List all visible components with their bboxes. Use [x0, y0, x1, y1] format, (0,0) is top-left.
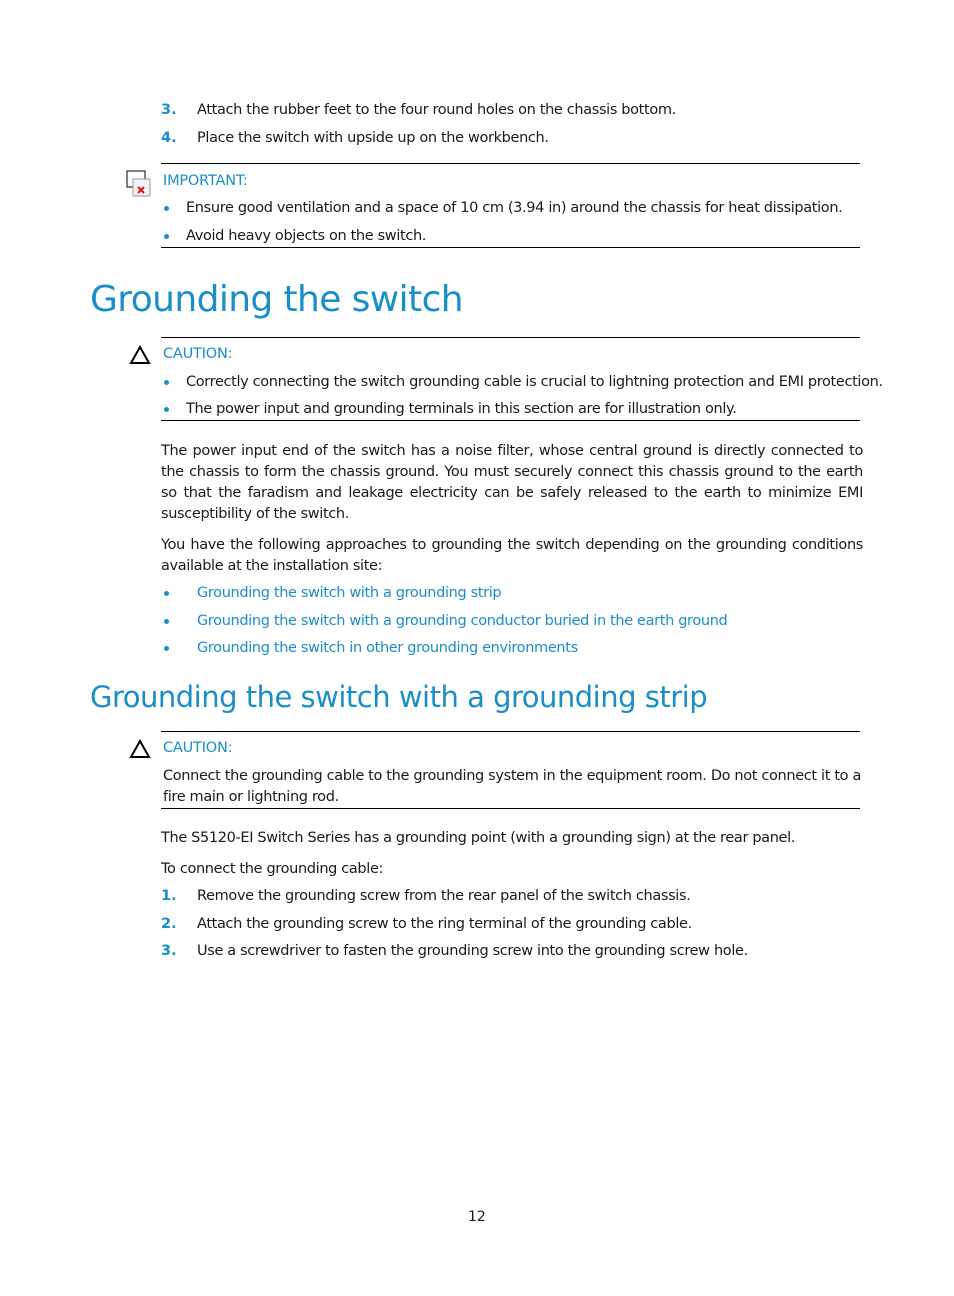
- divider-top: [161, 163, 860, 164]
- bullet-icon: [164, 591, 169, 596]
- caution-item: Correctly connecting the switch groundin…: [186, 374, 883, 390]
- caution-item: The power input and grounding terminals …: [186, 401, 737, 417]
- warning-triangle-icon: [129, 738, 151, 759]
- divider-top: [161, 337, 860, 338]
- divider-bottom: [161, 247, 860, 248]
- step-number: 4.: [161, 130, 177, 146]
- section-heading-grounding-strip: Grounding the switch with a grounding st…: [90, 680, 708, 714]
- step-text: Remove the grounding screw from the rear…: [197, 888, 691, 904]
- page-number: 12: [468, 1209, 486, 1225]
- bullet-icon: [164, 407, 169, 412]
- step-number: 3.: [161, 943, 177, 959]
- broken-image-icon: [126, 170, 152, 198]
- link-grounding-conductor-buried[interactable]: Grounding the switch with a grounding co…: [197, 611, 728, 632]
- body-paragraph: You have the following approaches to gro…: [161, 537, 863, 574]
- important-label: IMPORTANT:: [163, 173, 248, 189]
- step-text: Use a screwdriver to fasten the groundin…: [197, 943, 748, 959]
- step-text: Attach the grounding screw to the ring t…: [197, 916, 692, 932]
- body-paragraph: The power input end of the switch has a …: [161, 443, 863, 522]
- divider-top: [161, 731, 860, 732]
- step-text: Place the switch with upside up on the w…: [197, 130, 549, 146]
- body-paragraph: To connect the grounding cable:: [161, 861, 384, 877]
- caution-label: CAUTION:: [163, 740, 233, 756]
- bullet-icon: [164, 380, 169, 385]
- divider-bottom: [161, 420, 860, 421]
- body-paragraph: The S5120-EI Switch Series has a groundi…: [161, 830, 796, 846]
- caution-text: Connect the grounding cable to the groun…: [163, 768, 861, 805]
- step-number: 1.: [161, 888, 177, 904]
- warning-triangle-icon: [129, 344, 151, 365]
- bullet-icon: [164, 646, 169, 651]
- bullet-icon: [164, 619, 169, 624]
- bullet-icon: [164, 234, 169, 239]
- caution-label: CAUTION:: [163, 346, 233, 362]
- step-number: 3.: [161, 102, 177, 118]
- link-grounding-strip[interactable]: Grounding the switch with a grounding st…: [197, 583, 502, 604]
- section-heading-grounding-the-switch: Grounding the switch: [90, 279, 464, 320]
- important-item: Ensure good ventilation and a space of 1…: [186, 200, 843, 216]
- link-other-grounding-environments[interactable]: Grounding the switch in other grounding …: [197, 638, 578, 659]
- important-item: Avoid heavy objects on the switch.: [186, 228, 427, 244]
- divider-bottom: [161, 808, 860, 809]
- step-text: Attach the rubber feet to the four round…: [197, 102, 676, 118]
- step-number: 2.: [161, 916, 177, 932]
- bullet-icon: [164, 206, 169, 211]
